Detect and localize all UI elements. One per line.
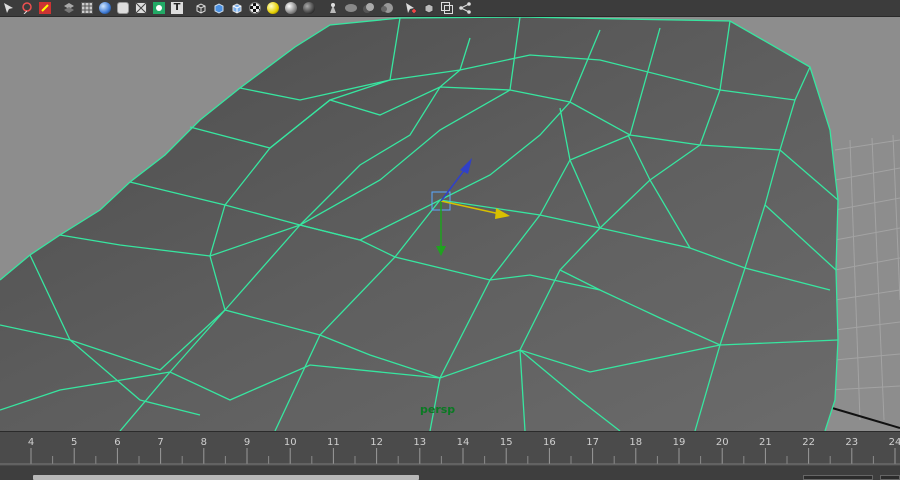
timeline-tick-label: 21 — [759, 437, 772, 448]
timeline-tick-label: 8 — [201, 437, 207, 448]
text-icon[interactable]: T — [170, 1, 184, 15]
timeline-tick-label: 13 — [413, 437, 426, 448]
maya-viewport-app: T persp 4 5 6 7 8 9 10 11 12 13 14 15 16… — [0, 0, 900, 480]
timeline-tick-label: 24 — [889, 437, 900, 448]
timeline-tick-label: 19 — [673, 437, 686, 448]
shadow-icon[interactable] — [362, 1, 376, 15]
time-slider-ruler[interactable]: 4 5 6 7 8 9 10 11 12 13 14 15 16 17 18 19 20 21 22 23 24 — [0, 432, 900, 467]
checker-icon[interactable] — [248, 1, 262, 15]
cube-solid-icon[interactable] — [212, 1, 226, 15]
range-slider-bar[interactable] — [33, 475, 419, 480]
timeline-tick-label: 4 — [28, 437, 34, 448]
attributes-icon[interactable] — [422, 1, 436, 15]
light-icon[interactable] — [266, 1, 280, 15]
viewport-canvas[interactable] — [0, 17, 900, 431]
lasso-icon[interactable] — [20, 1, 34, 15]
playback-end-field[interactable] — [803, 475, 873, 480]
timeline-tick-label: 7 — [157, 437, 163, 448]
sphere-dark-icon[interactable] — [302, 1, 316, 15]
isolate-icon[interactable] — [62, 1, 76, 15]
timeline-tick-label: 14 — [457, 437, 470, 448]
timeline-tick-label: 15 — [500, 437, 513, 448]
timeline-tick-label: 23 — [845, 437, 858, 448]
timeline-tick-label: 5 — [71, 437, 77, 448]
camera-icon[interactable] — [326, 1, 340, 15]
animation-end-field[interactable] — [880, 475, 900, 480]
paint-icon[interactable] — [38, 1, 52, 15]
timeline-tick-label: 11 — [327, 437, 340, 448]
cube-icon[interactable] — [194, 1, 208, 15]
timeline-tick-label: 17 — [586, 437, 599, 448]
timeline-tick-label: 20 — [716, 437, 729, 448]
cube-blue-icon[interactable] — [230, 1, 244, 15]
wireframe-icon[interactable] — [98, 1, 112, 15]
node-editor-icon[interactable] — [458, 1, 472, 15]
timeline-tick-label: 22 — [802, 437, 815, 448]
timeline-tick-label: 12 — [370, 437, 383, 448]
sphere-icon[interactable] — [284, 1, 298, 15]
perspective-viewport[interactable] — [0, 17, 900, 431]
viewport-toolbar: T — [0, 0, 900, 17]
bounding-box-icon[interactable] — [134, 1, 148, 15]
timeline-tick-label: 18 — [629, 437, 642, 448]
timeline-tick-label: 16 — [543, 437, 556, 448]
timeline-tick-label: 10 — [284, 437, 297, 448]
xray-icon[interactable] — [404, 1, 418, 15]
grid-icon[interactable] — [80, 1, 94, 15]
timeline-tick-label: 9 — [244, 437, 250, 448]
ghost-icon[interactable] — [344, 1, 358, 15]
textured-icon[interactable] — [152, 1, 166, 15]
camera-label: persp — [420, 403, 456, 416]
select-icon[interactable] — [2, 1, 16, 15]
range-slider[interactable] — [0, 466, 900, 480]
timeline-tick-label: 6 — [114, 437, 120, 448]
smooth-shade-icon[interactable] — [116, 1, 130, 15]
ao-icon[interactable] — [380, 1, 394, 15]
time-slider[interactable]: 4 5 6 7 8 9 10 11 12 13 14 15 16 17 18 19 20 21 22 23 24 — [0, 431, 900, 467]
panel-layout-icon[interactable] — [440, 1, 454, 15]
